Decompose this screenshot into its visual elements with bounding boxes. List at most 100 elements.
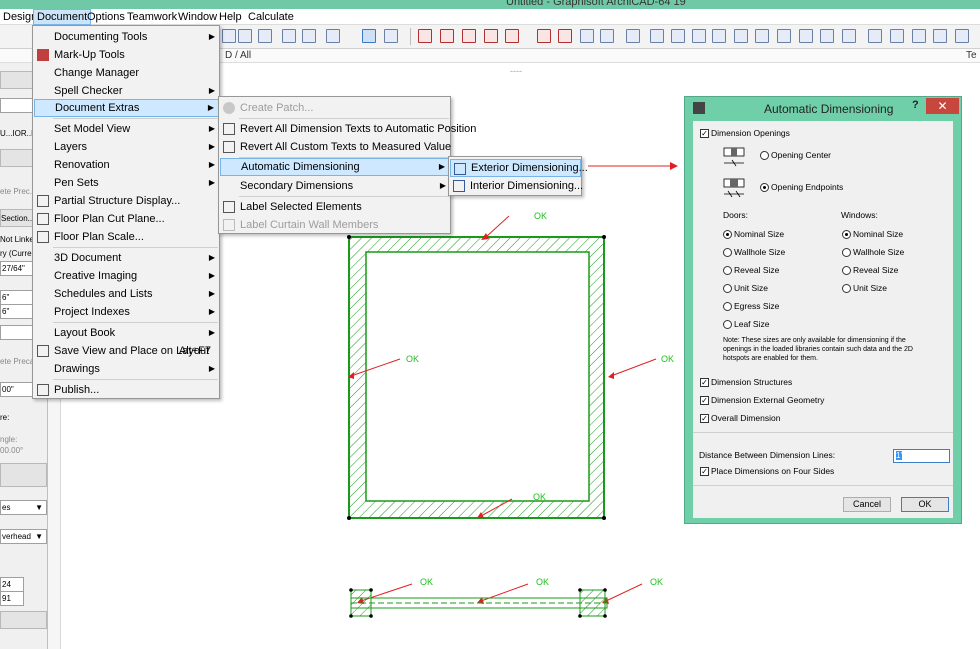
- layer-icon[interactable]: [302, 29, 316, 43]
- menu-item-label-selected-elements[interactable]: Label Selected Elements: [220, 198, 450, 216]
- dimension-icon-2[interactable]: [777, 29, 791, 43]
- menu-item-revert-custom-texts[interactable]: Revert All Custom Texts to Measured Valu…: [220, 138, 451, 156]
- menu-item-document-extras[interactable]: Document Extras ▶: [34, 99, 219, 117]
- menu-item-renovation[interactable]: Renovation ▶: [34, 156, 219, 174]
- rotate-icon[interactable]: [558, 29, 572, 43]
- menu-item-schedules-and-lists[interactable]: Schedules and Lists ▶: [34, 285, 219, 303]
- view-tab-right[interactable]: Te: [966, 50, 977, 61]
- view-icon-1[interactable]: [650, 29, 664, 43]
- menu-help[interactable]: Help: [216, 9, 245, 25]
- close-button[interactable]: ✕: [926, 98, 959, 114]
- dimension-icon-5[interactable]: [842, 29, 856, 43]
- zoom-icon[interactable]: [626, 29, 640, 43]
- window-icon-3[interactable]: [955, 29, 969, 43]
- menu-item-automatic-dimensioning[interactable]: Automatic Dimensioning ▶: [220, 158, 450, 176]
- fillet-icon[interactable]: [484, 29, 498, 43]
- menu-item-spell-checker[interactable]: Spell Checker ▶: [34, 82, 219, 100]
- ok-button[interactable]: OK: [901, 497, 949, 512]
- pen-number-field[interactable]: 91: [0, 591, 24, 606]
- menu-options[interactable]: Options: [84, 9, 128, 25]
- menu-item-set-model-view[interactable]: Set Model View ▶: [34, 120, 219, 138]
- menu-item-label-curtain-wall[interactable]: Label Curtain Wall Members: [220, 216, 450, 234]
- menu-item-change-manager[interactable]: Change Manager: [34, 64, 219, 82]
- door-reveal-size-radio[interactable]: [723, 266, 732, 275]
- info-box-dropdown[interactable]: es ▼: [0, 500, 47, 515]
- dimension-icon-7[interactable]: [890, 29, 904, 43]
- dimension-tool-icon[interactable]: [362, 29, 376, 43]
- wall-outline-outer[interactable]: [348, 236, 605, 519]
- dimension-external-geometry-checkbox[interactable]: ✓: [700, 396, 709, 405]
- menu-item-pen-sets[interactable]: Pen Sets ▶: [34, 174, 219, 192]
- dimension-structures-checkbox[interactable]: ✓: [700, 378, 709, 387]
- door-egress-size-radio[interactable]: [723, 302, 732, 311]
- menu-item-secondary-dimensions[interactable]: Secondary Dimensions ▶: [220, 177, 450, 195]
- menu-teamwork[interactable]: Teamwork: [124, 9, 180, 25]
- info-box-button[interactable]: [0, 611, 47, 629]
- menu-item-create-patch[interactable]: Create Patch...: [220, 99, 450, 117]
- menu-item-drawings[interactable]: Drawings ▶: [34, 360, 219, 378]
- dimension-icon-1[interactable]: [755, 29, 769, 43]
- menu-window[interactable]: Window: [175, 9, 220, 25]
- drag-icon[interactable]: [600, 29, 614, 43]
- info-box-button[interactable]: [0, 463, 47, 487]
- menu-item-floor-plan-cut-plane[interactable]: Floor Plan Cut Plane...: [34, 210, 219, 228]
- menu-item-publish[interactable]: Publish...: [34, 381, 219, 399]
- view-icon-3[interactable]: [692, 29, 706, 43]
- window-wallhole-size-radio[interactable]: [842, 248, 851, 257]
- menu-item-creative-imaging[interactable]: Creative Imaging ▶: [34, 267, 219, 285]
- cancel-button[interactable]: Cancel: [843, 497, 891, 512]
- align-icon[interactable]: [384, 29, 398, 43]
- menu-item-exterior-dimensioning[interactable]: Exterior Dimensioning...: [450, 159, 588, 177]
- view-tab[interactable]: D / All: [225, 50, 251, 61]
- fill-icon[interactable]: [326, 29, 340, 43]
- menu-item-3d-document[interactable]: 3D Document ▶: [34, 249, 219, 267]
- window-unit-size-radio[interactable]: [842, 284, 851, 293]
- view-icon-2[interactable]: [671, 29, 685, 43]
- adjust-icon[interactable]: [462, 29, 476, 43]
- menu-item-floor-plan-scale[interactable]: Floor Plan Scale...: [34, 228, 219, 246]
- window-nominal-size-radio[interactable]: [842, 230, 851, 239]
- offset-icon[interactable]: [505, 29, 519, 43]
- door-unit-size-radio[interactable]: [723, 284, 732, 293]
- mirror-icon[interactable]: [537, 29, 551, 43]
- menu-item-interior-dimensioning[interactable]: Interior Dimensioning...: [450, 177, 583, 195]
- snap-icon[interactable]: [238, 29, 252, 43]
- distance-input[interactable]: 1': [893, 449, 950, 463]
- overall-dimension-checkbox[interactable]: ✓: [700, 414, 709, 423]
- door-nominal-size-radio[interactable]: [723, 230, 732, 239]
- opening-center-radio[interactable]: [760, 151, 769, 160]
- menu-item-documenting-tools[interactable]: Documenting Tools ▶: [34, 28, 219, 46]
- menu-item-project-indexes[interactable]: Project Indexes ▶: [34, 303, 219, 321]
- window-icon-1[interactable]: [912, 29, 926, 43]
- view-icon-4[interactable]: [712, 29, 726, 43]
- dimension-icon-3[interactable]: [799, 29, 813, 43]
- trim-icon[interactable]: [418, 29, 432, 43]
- door-leaf-size-radio[interactable]: [723, 320, 732, 329]
- help-button[interactable]: ?: [912, 99, 919, 111]
- menu-item-layers[interactable]: Layers ▶: [34, 138, 219, 156]
- dimension-openings-checkbox[interactable]: ✓: [700, 129, 709, 138]
- place-four-sides-checkbox[interactable]: ✓: [700, 467, 709, 476]
- menu-item-revert-dimension-texts[interactable]: Revert All Dimension Texts to Automatic …: [220, 120, 476, 138]
- dimension-icon-6[interactable]: [868, 29, 882, 43]
- split-icon[interactable]: [440, 29, 454, 43]
- pen-icon[interactable]: [282, 29, 296, 43]
- window-icon-2[interactable]: [933, 29, 947, 43]
- grid-icon[interactable]: [258, 29, 272, 43]
- toolbar-dropdown-icon[interactable]: [222, 29, 236, 43]
- menu-item-partial-structure-display[interactable]: Partial Structure Display...: [34, 192, 219, 210]
- view-icon-5[interactable]: [734, 29, 748, 43]
- menu-calculate[interactable]: Calculate: [245, 9, 297, 25]
- menu-item-layout-book[interactable]: Layout Book ▶: [34, 324, 219, 342]
- stretch-icon[interactable]: [580, 29, 594, 43]
- opening-endpoints-radio[interactable]: [760, 183, 769, 192]
- menu-item-markup-tools[interactable]: Mark-Up Tools: [34, 46, 219, 64]
- window-reveal-size-radio[interactable]: [842, 266, 851, 275]
- info-box-dropdown[interactable]: verhead ▼: [0, 529, 47, 544]
- menu-item-save-view-place-layout[interactable]: Save View and Place on Layout Alt+F7: [34, 342, 219, 360]
- pen-number-field[interactable]: 24: [0, 577, 24, 592]
- dimension-icon-4[interactable]: [820, 29, 834, 43]
- revert-position-icon: [223, 123, 235, 135]
- door-wallhole-size-radio[interactable]: [723, 248, 732, 257]
- menu-document[interactable]: Document: [33, 9, 92, 25]
